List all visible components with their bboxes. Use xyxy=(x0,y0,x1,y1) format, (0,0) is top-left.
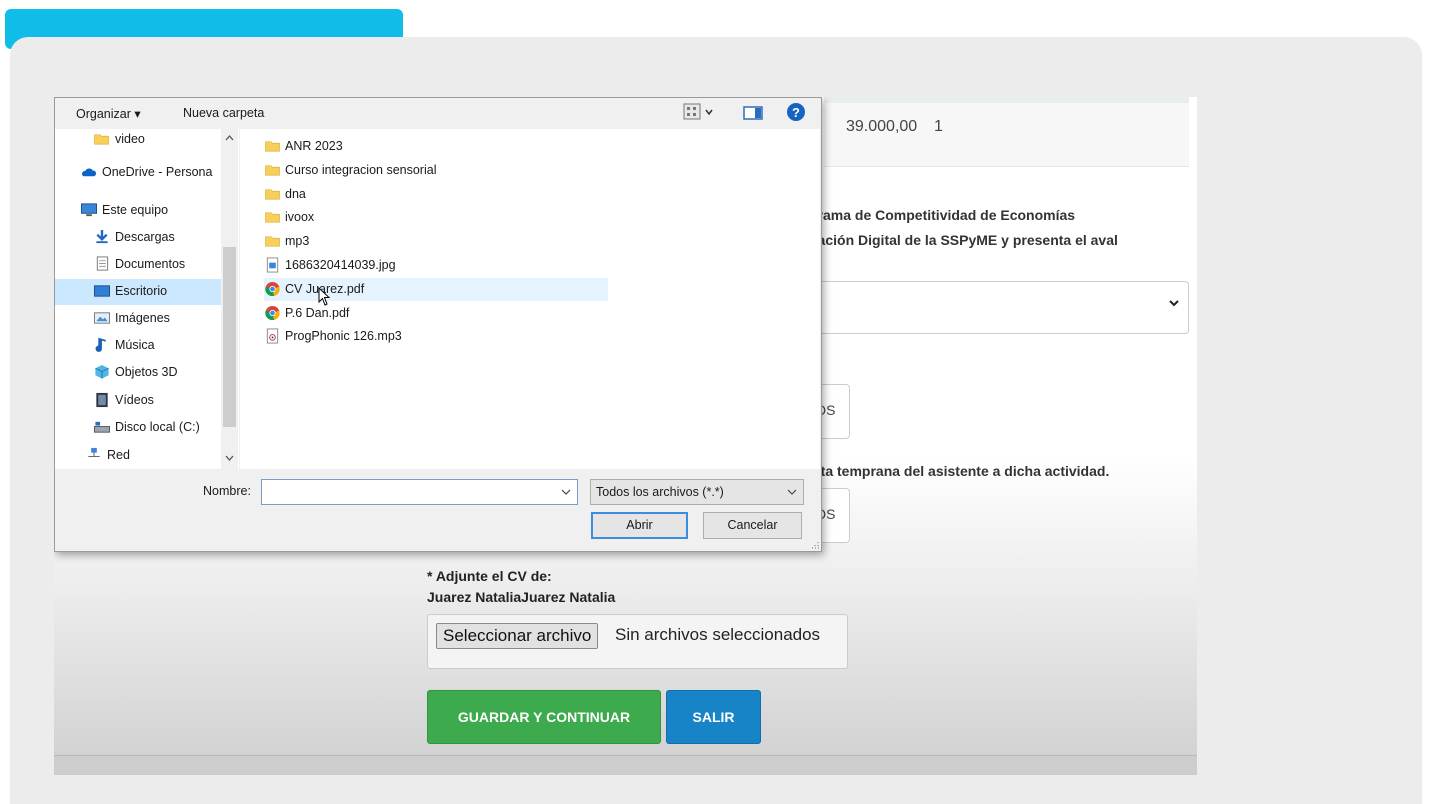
nav-item[interactable]: Imágenes xyxy=(55,306,221,332)
navigation-pane: video OneDrive - Persona Este equipo Descar… xyxy=(55,129,239,469)
download-icon xyxy=(96,229,108,244)
nav-item[interactable]: Documentos xyxy=(55,252,221,278)
name-label: Nombre: xyxy=(203,484,251,498)
svg-text:?: ? xyxy=(792,105,800,120)
nav-item[interactable]: Disco local (C:) xyxy=(55,415,221,441)
nav-item[interactable]: Objetos 3D xyxy=(55,360,221,386)
chevron-down-icon xyxy=(1169,300,1179,307)
nav-item[interactable]: Música xyxy=(55,333,221,359)
nav-item-label: video xyxy=(115,132,145,146)
nav-item[interactable]: Descargas xyxy=(55,225,221,251)
file-item-label: ANR 2023 xyxy=(285,139,343,153)
file-item[interactable]: dna xyxy=(264,183,608,206)
amount-value: 39.000,00 xyxy=(846,118,918,135)
nav-item-label: Vídeos xyxy=(115,393,154,407)
filename-input[interactable] xyxy=(261,479,578,505)
screen-bottom-bar xyxy=(54,756,1197,775)
chrome-pdf-icon xyxy=(265,305,280,320)
cv-person-name: Juarez NataliaJuarez Natalia xyxy=(427,589,616,605)
file-item-label: mp3 xyxy=(285,234,310,249)
nav-item-label: Documentos xyxy=(115,257,186,271)
nav-item-label: Escritorio xyxy=(115,284,168,298)
file-item[interactable]: CV Juarez.pdf xyxy=(264,277,608,301)
file-item-label: dna xyxy=(285,186,306,201)
file-item[interactable]: P.6 Dan.pdf xyxy=(264,302,608,325)
nav-item-label: Música xyxy=(115,338,155,352)
file-item-label: P.6 Dan.pdf xyxy=(285,305,350,320)
quantity-value: 1 xyxy=(934,118,943,135)
chrome-pdf-icon xyxy=(265,281,280,296)
folder-icon xyxy=(265,189,280,200)
file-status: Sin archivos seleccionados xyxy=(615,625,821,644)
nav-item-label: Imágenes xyxy=(115,311,170,325)
nav-item-label: Disco local (C:) xyxy=(115,420,200,434)
file-item-label: 1686320414039.jpg xyxy=(285,258,396,272)
document-icon xyxy=(96,256,109,271)
folder-icon xyxy=(265,236,280,247)
file-item[interactable]: ProgPhonic 126.mp3 xyxy=(264,325,608,348)
exit-button[interactable]: SALIR xyxy=(666,690,761,744)
nav-item-label: Red xyxy=(107,448,130,462)
open-button[interactable]: Abrir xyxy=(591,512,688,539)
nav-item[interactable]: OneDrive - Persona xyxy=(55,160,221,186)
cv-label: * Adjunte el CV de: xyxy=(427,568,552,584)
folder-icon xyxy=(265,141,280,152)
folder-icon xyxy=(265,165,280,176)
program-select[interactable] xyxy=(799,281,1189,334)
cube-icon xyxy=(95,364,109,379)
program-text-line2: nación Digital de la SSPyME y presenta e… xyxy=(809,232,1118,248)
nav-item[interactable]: Red xyxy=(55,443,221,469)
file-item[interactable]: 1686320414039.jpg xyxy=(264,254,608,277)
drive-icon xyxy=(94,421,110,433)
save-continue-button[interactable]: GUARDAR Y CONTINUAR xyxy=(427,690,661,744)
nav-item[interactable]: Este equipo xyxy=(55,198,221,224)
scroll-down-icon[interactable] xyxy=(225,455,234,461)
mouse-cursor-icon xyxy=(318,287,331,306)
nav-item-label: Descargas xyxy=(115,230,175,244)
file-item[interactable]: ANR 2023 xyxy=(264,135,608,158)
image-file-icon xyxy=(266,257,279,273)
resize-grip-icon[interactable] xyxy=(809,539,819,549)
cancel-button[interactable]: Cancelar xyxy=(703,512,802,539)
scroll-thumb[interactable] xyxy=(223,247,236,427)
activity-text: alta temprana del asistente a dicha acti… xyxy=(809,463,1110,479)
select-file-button[interactable]: Seleccionar archivo xyxy=(436,623,599,649)
folder-icon xyxy=(265,212,280,223)
help-icon[interactable]: ? xyxy=(786,102,806,122)
computer-icon xyxy=(81,203,97,217)
file-item[interactable]: Curso integracion sensorial xyxy=(264,159,608,182)
file-item-label: ProgPhonic 126.mp3 xyxy=(285,329,402,344)
nav-item-label: Este equipo xyxy=(102,203,169,217)
images-icon xyxy=(94,312,110,324)
file-item[interactable]: mp3 xyxy=(264,230,608,253)
new-folder-button[interactable]: Nueva carpeta xyxy=(183,106,264,120)
network-icon xyxy=(88,447,100,457)
scroll-up-icon[interactable] xyxy=(225,135,234,141)
nav-item[interactable]: Vídeos xyxy=(55,388,221,414)
screen-capture: 39.000,00 1 grama de Competitividad de E… xyxy=(54,97,1197,775)
nav-item[interactable]: video xyxy=(55,129,221,153)
nav-item[interactable]: Escritorio xyxy=(55,279,221,305)
preview-pane-icon[interactable] xyxy=(743,105,763,121)
cloud-icon xyxy=(82,168,97,177)
film-icon xyxy=(96,392,108,408)
file-item[interactable]: ivoox xyxy=(264,206,608,229)
desktop-icon xyxy=(94,285,110,297)
audio-file-icon xyxy=(266,328,279,344)
view-options-icon[interactable] xyxy=(683,103,715,121)
chevron-down-icon[interactable] xyxy=(561,487,571,497)
nav-scrollbar[interactable] xyxy=(221,129,238,469)
file-open-dialog: Organizar ▾ Nueva carpeta ? video OneDriv… xyxy=(54,97,822,552)
file-upload-field: Seleccionar archivo Sin archivos selecci… xyxy=(427,614,848,669)
filetype-select[interactable]: Todos los archivos (*.*) xyxy=(590,479,804,505)
file-item-label: Curso integracion sensorial xyxy=(285,162,437,177)
chevron-down-icon xyxy=(787,489,797,495)
file-item-label: ivoox xyxy=(285,210,315,225)
nav-item-label: Objetos 3D xyxy=(115,365,178,379)
organize-menu[interactable]: Organizar ▾ xyxy=(76,106,141,121)
nav-item-label: OneDrive - Persona xyxy=(102,165,213,179)
music-icon xyxy=(95,337,106,352)
program-text-line1: grama de Competitividad de Economías xyxy=(809,207,1076,223)
folder-icon xyxy=(94,134,109,145)
